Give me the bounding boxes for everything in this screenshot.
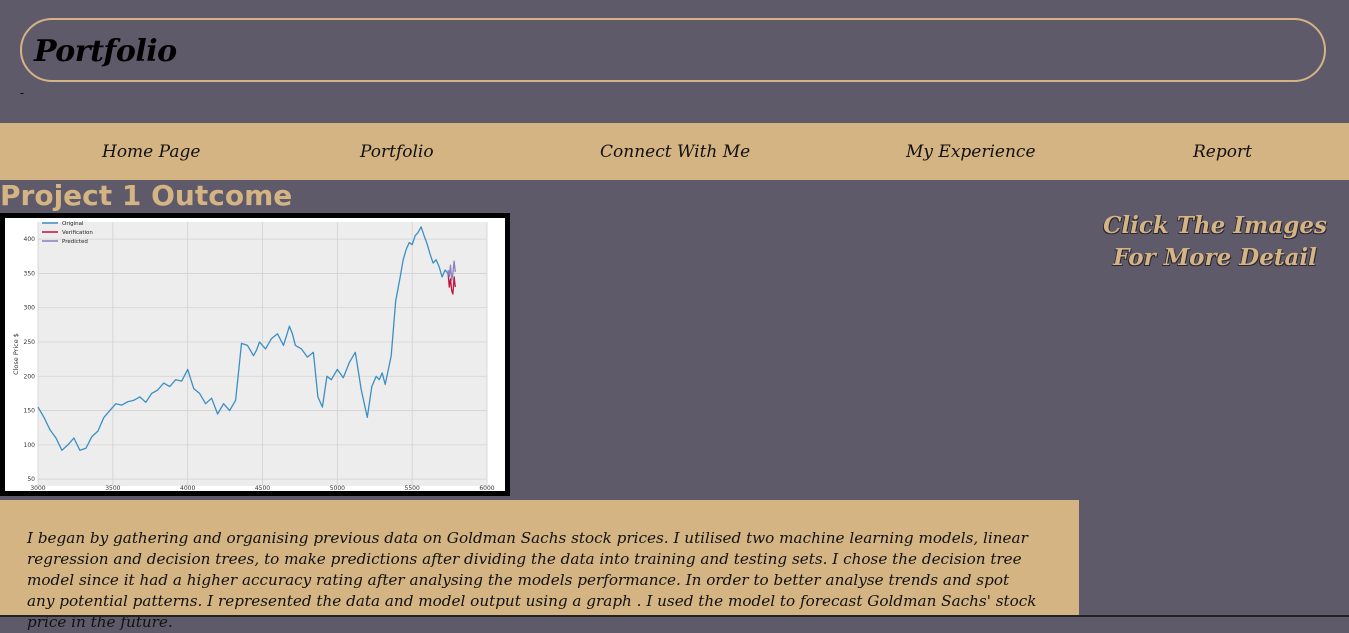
nav-my-experience[interactable]: My Experience (906, 142, 1036, 162)
x-tick-label: 5500 (405, 485, 420, 491)
click-images-hint: Click The Images For More Detail (1090, 210, 1340, 274)
nav-connect-with-me[interactable]: Connect With Me (600, 142, 750, 162)
y-tick-label: 350 (24, 270, 36, 277)
x-tick-label: 3000 (30, 485, 45, 491)
y-tick-label: 300 (24, 305, 36, 312)
project-chart-image[interactable]: 3000 3500 4000 4500 5000 5500 6000 50 100 150 200 2… (0, 213, 510, 496)
y-tick-label: 200 (24, 373, 36, 380)
y-tick-label: 150 (24, 408, 36, 415)
y-tick-label: 50 (27, 476, 35, 483)
x-tick-label: 4000 (180, 485, 195, 491)
project-description: I began by gathering and organising prev… (27, 529, 1037, 631)
x-tick-label: 6000 (479, 485, 494, 491)
nav-report[interactable]: Report (1193, 142, 1252, 162)
x-tick-label: 4500 (255, 485, 270, 491)
nav-home-page[interactable]: Home Page (102, 142, 200, 162)
nav-portfolio[interactable]: Portfolio (360, 142, 434, 162)
section-title: Project 1 Outcome (0, 179, 293, 212)
project-description-box: I began by gathering and organising prev… (0, 500, 1079, 631)
site-title: Portfolio (34, 34, 177, 69)
stock-price-chart: 3000 3500 4000 4500 5000 5500 6000 50 100 150 200 2… (5, 218, 505, 491)
y-tick-label: 400 (24, 236, 36, 243)
x-tick-label: 3500 (105, 485, 120, 491)
y-tick-label: 250 (24, 339, 36, 346)
y-tick-label: 100 (24, 442, 36, 449)
x-tick-label: 5000 (330, 485, 345, 491)
y-axis-label: Close Price $ (12, 333, 20, 375)
legend-predicted-label: Predicted (62, 239, 88, 245)
header-banner: Portfolio (20, 18, 1326, 82)
hint-line-1: Click The Images (1103, 212, 1327, 239)
header-dash: - (20, 86, 25, 100)
main-navbar: Home Page Portfolio Connect With Me My E… (0, 123, 1349, 180)
legend-verification-label: Verification (62, 230, 93, 236)
legend-original-label: Original (62, 221, 84, 227)
hint-line-2: For More Detail (1113, 244, 1317, 271)
